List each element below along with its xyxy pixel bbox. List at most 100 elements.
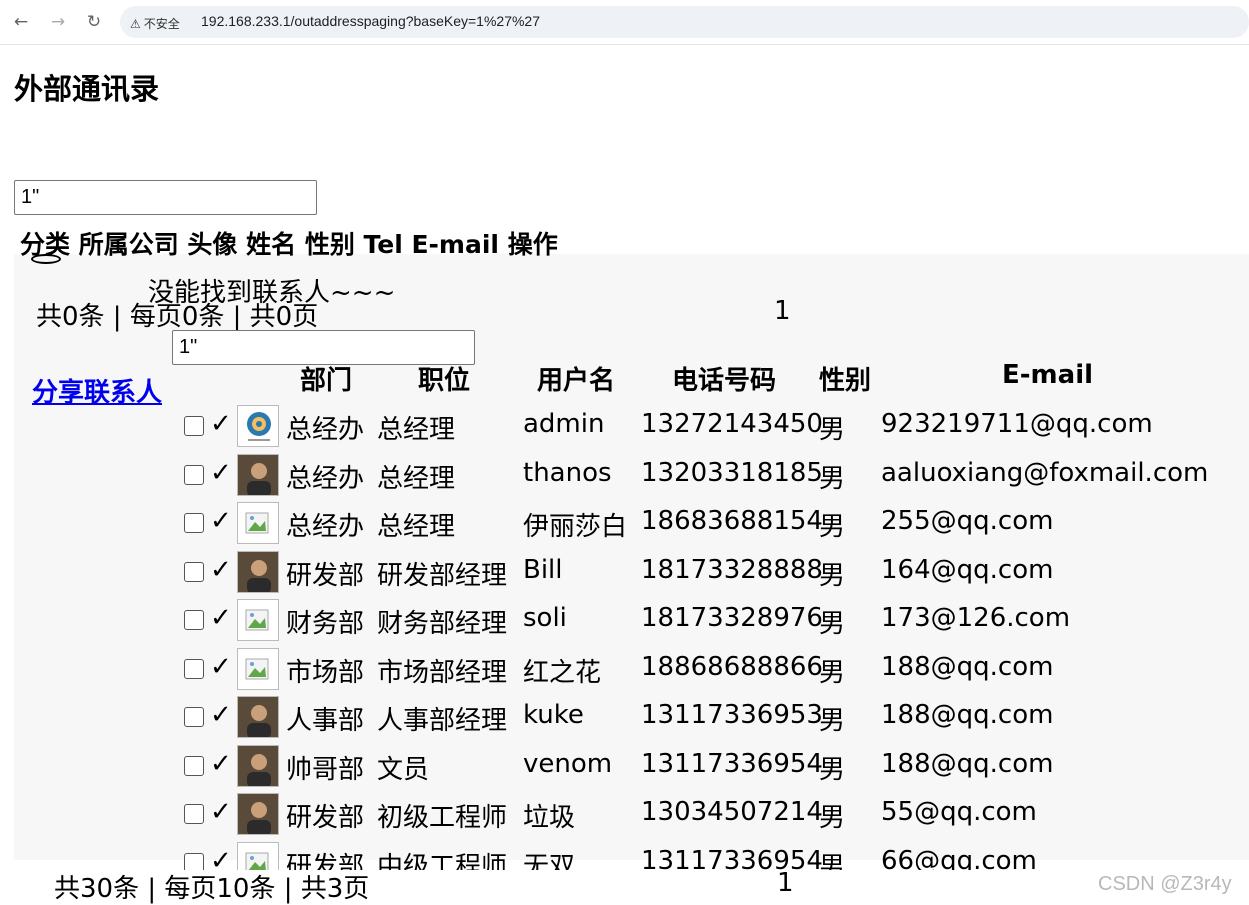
avatar [237, 696, 279, 738]
cell-position: 文员 [377, 754, 430, 785]
cell-username: 伊丽莎白 [523, 512, 628, 542]
cell-position: 总经理 [377, 463, 456, 494]
cell-username: kuke [523, 700, 584, 730]
url-text[interactable]: 192.168.233.1/outaddresspaging?baseKey=1… [201, 13, 540, 29]
avatar [237, 453, 279, 496]
pager-page-number-bottom[interactable]: 1 [777, 868, 794, 898]
cell-username: 红之花 [523, 657, 602, 688]
table-row: ✓ 市场部 市场部经理 红之花 18868688866 男 188@qq.com [0, 644, 1249, 692]
cell-email: 55@qq.com [881, 797, 1037, 827]
checkmark-icon: ✓ [210, 797, 232, 827]
column-header-phone: 电话号码 [672, 366, 777, 396]
checkmark-icon: ✓ [210, 603, 232, 633]
cell-username: 垃圾 [523, 803, 576, 833]
avatar [237, 405, 279, 447]
table-row: ✓ 总经办 总经理 admin 13272143450 男 923219711@qq.com [0, 401, 1249, 449]
row-checkbox[interactable] [184, 416, 204, 436]
cell-position: 人事部经理 [377, 706, 508, 736]
pager-page-number[interactable]: 1 [774, 296, 791, 326]
checkmark-icon: ✓ [210, 506, 232, 536]
table-row: ✓ 研发部 研发部经理 Bill 18173328888 男 164@qq.com [0, 547, 1249, 595]
row-checkbox[interactable] [184, 658, 204, 679]
broken-image-icon [237, 599, 279, 641]
cell-dept: 人事部 [286, 706, 365, 736]
avatar [237, 744, 279, 787]
checkmark-icon: ✓ [210, 700, 232, 730]
broken-image-icon [237, 647, 279, 690]
cell-gender: 男 [819, 803, 846, 833]
cell-email: 188@qq.com [881, 748, 1054, 779]
cell-gender: 男 [819, 754, 846, 785]
cell-dept: 总经办 [286, 463, 365, 494]
cell-position: 财务部经理 [377, 609, 508, 639]
row-checkbox[interactable] [184, 804, 204, 824]
column-header-email: E-mail [1002, 360, 1094, 390]
back-icon[interactable]: ← [9, 10, 33, 34]
cell-phone: 18173328976 [641, 603, 823, 633]
column-header-position: 职位 [418, 366, 471, 396]
cell-email: aaluoxiang@foxmail.com [881, 457, 1209, 488]
cell-position: 总经理 [377, 415, 456, 445]
cell-position: 总经理 [377, 512, 456, 542]
forward-icon[interactable]: → [46, 10, 70, 34]
cell-email: 923219711@qq.com [881, 409, 1153, 439]
cell-dept: 财务部 [286, 609, 365, 639]
broken-image-icon [237, 502, 279, 544]
page-title: 外部通讯录 [14, 72, 160, 106]
reload-icon[interactable]: ↻ [82, 10, 106, 34]
checkmark-icon: ✓ [210, 457, 232, 488]
row-checkbox[interactable] [184, 561, 204, 582]
pager-summary-bottom: 共30条 | 每页10条 | 共3页 [54, 874, 370, 904]
security-indicator[interactable]: ⚠ 不安全 [130, 15, 180, 32]
cell-email: 188@qq.com [881, 700, 1054, 730]
warning-icon: ⚠ [130, 17, 141, 31]
row-checkbox[interactable] [184, 464, 204, 485]
row-checkbox[interactable] [184, 755, 204, 776]
cell-dept: 总经办 [286, 415, 365, 445]
cell-phone: 13203318185 [641, 457, 823, 488]
column-header-dept: 部门 [300, 366, 353, 396]
watermark: CSDN @Z3r4y [1098, 873, 1232, 895]
cell-phone: 18173328888 [641, 554, 823, 585]
column-header-username: 用户名 [537, 366, 616, 396]
row-checkbox[interactable] [184, 610, 204, 630]
pager-summary: 共0条 | 每页0条 | 共0页 [36, 302, 319, 332]
cell-username: Bill [523, 554, 563, 585]
cell-phone: 13034507214 [641, 797, 823, 827]
checkmark-icon: ✓ [210, 554, 232, 585]
table-row: ✓ 总经办 总经理 伊丽莎白 18683688154 男 255@qq.com [0, 498, 1249, 546]
cell-username: thanos [523, 457, 612, 488]
cell-dept: 市场部 [286, 657, 365, 688]
cell-email: 255@qq.com [881, 506, 1054, 536]
browser-toolbar: ← → ↻ ⚠ 不安全 192.168.233.1/outaddresspagin… [0, 0, 1249, 45]
cell-phone: 18868688866 [641, 651, 823, 682]
cell-username: soli [523, 603, 567, 633]
row-checkbox[interactable] [184, 707, 204, 727]
cell-email: 188@qq.com [881, 651, 1054, 682]
cell-dept: 总经办 [286, 512, 365, 542]
table-header: 分类 所属公司 头像 姓名 性别 Tel E-mail 操作 [20, 230, 558, 259]
cell-position: 市场部经理 [377, 657, 508, 688]
avatar [237, 793, 279, 835]
cell-gender: 男 [819, 657, 846, 688]
cell-phone: 13272143450 [641, 409, 823, 439]
security-label: 不安全 [143, 17, 180, 31]
cell-gender: 男 [819, 609, 846, 639]
cell-phone: 13117336954 [641, 748, 823, 779]
row-checkbox[interactable] [184, 513, 204, 533]
checkmark-icon: ✓ [210, 748, 232, 779]
cell-dept: 研发部 [286, 803, 365, 833]
ellipse-decoration [31, 254, 61, 264]
search-input[interactable]: 1" [14, 180, 317, 215]
checkmark-icon: ✓ [210, 409, 232, 439]
cell-username: admin [523, 409, 605, 439]
cell-gender: 男 [819, 463, 846, 494]
cell-phone: 18683688154 [641, 506, 823, 536]
cell-email: 164@qq.com [881, 554, 1054, 585]
cell-email: 173@126.com [881, 603, 1071, 633]
avatar [237, 550, 279, 593]
cell-position: 研发部经理 [377, 560, 508, 591]
table-row: ✓ 总经办 总经理 thanos 13203318185 男 aaluoxiang@foxm… [0, 450, 1249, 498]
cell-dept: 帅哥部 [286, 754, 365, 785]
cell-phone: 13117336953 [641, 700, 823, 730]
